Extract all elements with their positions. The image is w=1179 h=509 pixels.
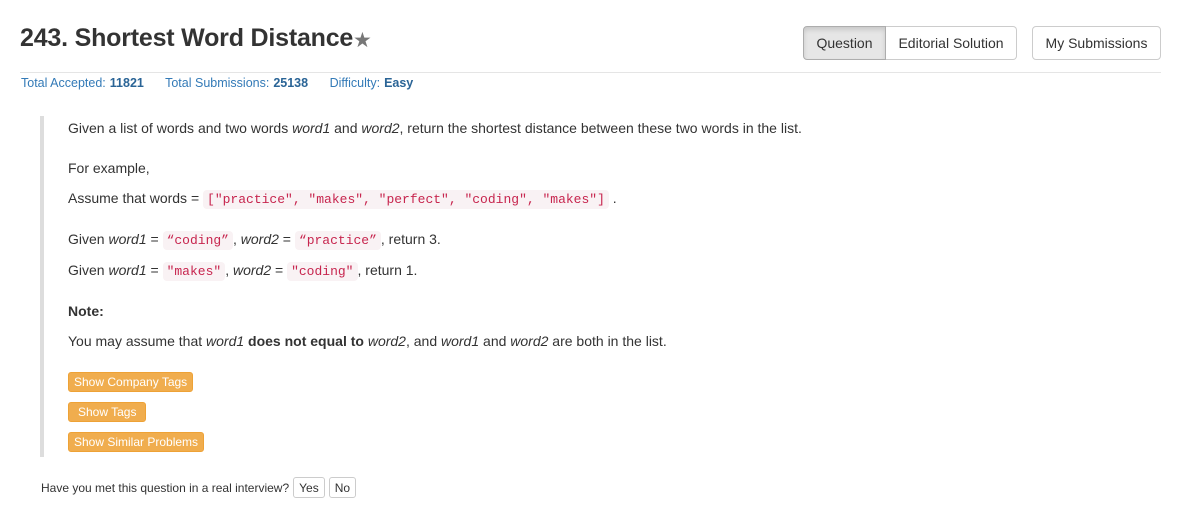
example-1: Given word1 = “coding”, word2 = “practic… bbox=[68, 231, 441, 250]
words-code: ["practice", "makes", "perfect", "coding… bbox=[203, 190, 609, 209]
interview-prompt: Have you met this question in a real int… bbox=[41, 477, 357, 498]
tab-editorial-solution[interactable]: Editorial Solution bbox=[886, 26, 1017, 60]
intro-text: Given a list of words and two words word… bbox=[68, 120, 802, 136]
interview-yes-button[interactable]: Yes bbox=[293, 477, 325, 498]
accepted-value: 11821 bbox=[109, 76, 144, 90]
note-text: You may assume that word1 does not equal… bbox=[68, 333, 667, 349]
accepted-label: Total Accepted: bbox=[21, 76, 106, 90]
example-label: For example, bbox=[68, 160, 150, 176]
show-tags-button[interactable]: Show Tags bbox=[68, 402, 147, 422]
words-definition: Assume that words = ["practice", "makes"… bbox=[68, 190, 617, 209]
interview-no-button[interactable]: No bbox=[328, 477, 357, 498]
my-submissions-button[interactable]: My Submissions bbox=[1032, 26, 1161, 60]
problem-stats: Total Accepted: 11821 Total Submissions: 2… bbox=[21, 76, 431, 90]
show-similar-problems-button[interactable]: Show Similar Problems bbox=[68, 432, 205, 452]
example-2: Given word1 = "makes", word2 = "coding",… bbox=[68, 262, 418, 281]
header-divider bbox=[20, 72, 1161, 73]
interview-question: Have you met this question in a real int… bbox=[41, 480, 290, 495]
show-company-tags-button[interactable]: Show Company Tags bbox=[68, 372, 194, 392]
problem-title: 243. Shortest Word Distance bbox=[20, 24, 354, 52]
submissions-label: Total Submissions: bbox=[165, 76, 270, 90]
difficulty-label: Difficulty: bbox=[329, 76, 381, 90]
view-tabs: Question Editorial Solution bbox=[803, 26, 1017, 60]
difficulty-value: Easy bbox=[384, 76, 414, 90]
note-label: Note: bbox=[68, 303, 104, 319]
star-icon[interactable]: ★ bbox=[353, 28, 372, 53]
submissions-value: 25138 bbox=[273, 76, 309, 90]
tab-question[interactable]: Question bbox=[803, 26, 886, 60]
question-content: Given a list of words and two words word… bbox=[40, 116, 940, 457]
